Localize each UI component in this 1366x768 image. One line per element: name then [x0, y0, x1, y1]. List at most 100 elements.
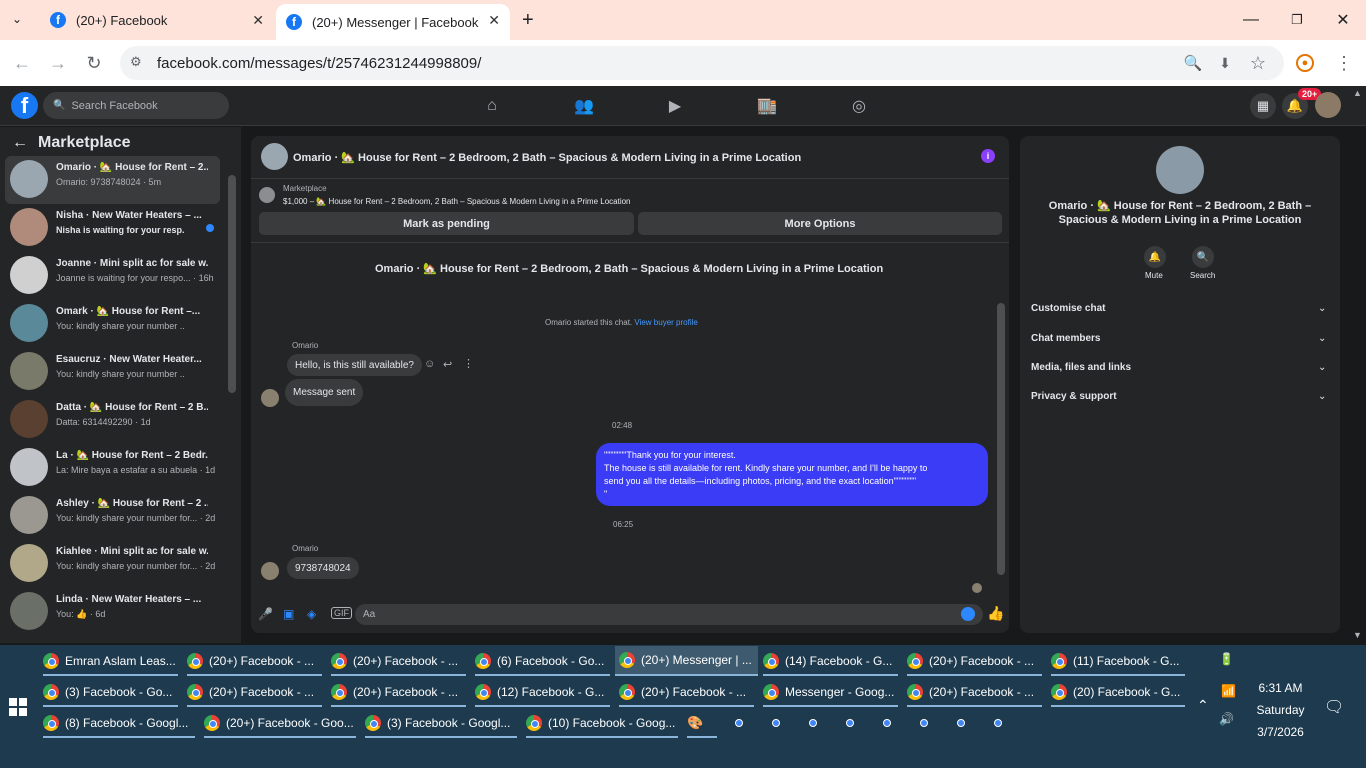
url-text[interactable]: facebook.com/messages/t/2574623124499880…: [157, 55, 481, 72]
marketplace-icon[interactable]: 🏬: [757, 96, 777, 116]
list-item[interactable]: Datta · 🏡 House for Rent – 2 B... Datta: …: [5, 396, 220, 442]
taskbar-window[interactable]: (20+) Facebook - ...: [187, 679, 322, 707]
gif-icon[interactable]: GIF: [331, 607, 352, 619]
system-clock[interactable]: 6:31 AM Saturday 3/7/2026: [1253, 677, 1308, 743]
taskbar-pinned-app[interactable]: [767, 714, 773, 732]
emoji-icon[interactable]: [961, 607, 975, 621]
site-settings-icon[interactable]: ⚙: [130, 54, 146, 70]
taskbar-window[interactable]: (6) Facebook - Go...: [475, 648, 610, 676]
search-icon[interactable]: 🔍: [1192, 246, 1214, 268]
taskbar-pinned-app[interactable]: [989, 714, 995, 732]
page-scroll-up-icon[interactable]: ▲: [1353, 88, 1362, 98]
sticker-icon[interactable]: ◈: [307, 607, 316, 621]
info-icon[interactable]: i: [981, 149, 995, 163]
chevron-down-icon[interactable]: ⌄: [1318, 391, 1326, 402]
menu-grid-icon[interactable]: ▦: [1250, 93, 1276, 119]
taskbar-window[interactable]: (10) Facebook - Goog...: [526, 710, 678, 738]
taskbar-pinned-app[interactable]: [841, 714, 847, 732]
home-icon[interactable]: ⌂: [482, 96, 502, 116]
notification-center-icon[interactable]: 🗨: [1324, 697, 1344, 717]
taskbar-window[interactable]: (20+) Facebook - ...: [331, 679, 466, 707]
list-item[interactable]: La · 🏡 House for Rent – 2 Bedr... La: Mir…: [5, 444, 220, 490]
privacy-support-item[interactable]: Privacy & support: [1031, 391, 1117, 402]
react-smiley-icon[interactable]: ☺: [424, 358, 435, 370]
list-item[interactable]: Kiahlee · Mini split ac for sale w... You…: [5, 540, 220, 586]
taskbar-window[interactable]: (20+) Facebook - ...: [331, 648, 466, 676]
taskbar-pinned-app[interactable]: 🎨: [687, 710, 717, 738]
message-input[interactable]: Aa: [355, 604, 983, 625]
install-app-icon[interactable]: ⬇: [1214, 52, 1236, 74]
taskbar-pinned-app[interactable]: [915, 714, 921, 732]
tab-messenger[interactable]: f (20+) Messenger | Facebook ✕: [276, 4, 510, 40]
volume-icon[interactable]: 🔊: [1219, 712, 1234, 726]
mute-bell-icon[interactable]: 🔔: [1144, 246, 1166, 268]
mute-label[interactable]: Mute: [1145, 271, 1163, 280]
taskbar-window[interactable]: (20+) Facebook - ...: [619, 679, 754, 707]
restore-icon[interactable]: ❐: [1274, 0, 1320, 40]
tab-facebook[interactable]: f (20+) Facebook ✕: [40, 0, 274, 40]
windows-start-icon[interactable]: [9, 698, 27, 716]
taskbar-window-active[interactable]: (20+) Messenger | ...: [615, 646, 758, 676]
reload-icon[interactable]: ↻: [83, 52, 105, 74]
close-icon[interactable]: ✕: [488, 12, 500, 29]
list-item[interactable]: Omark · 🏡 House for Rent –... You: kindly…: [5, 300, 220, 346]
outgoing-message-bubble[interactable]: """""""Thank you for your interest. The …: [596, 443, 988, 506]
chat-header-title[interactable]: Omario · 🏡 House for Rent – 2 Bedroom, 2…: [293, 151, 801, 164]
taskbar-pinned-app[interactable]: [878, 714, 884, 732]
tab-search-chevron-icon[interactable]: ⌄: [12, 12, 22, 26]
list-item[interactable]: Omario · 🏡 House for Rent – 2... Omario: …: [5, 156, 220, 202]
taskbar-window[interactable]: Messenger - Goog...: [763, 679, 898, 707]
groups-icon[interactable]: ◎: [849, 96, 869, 116]
back-arrow-icon[interactable]: ←: [11, 52, 33, 74]
chevron-down-icon[interactable]: ⌄: [1318, 303, 1326, 314]
search-label[interactable]: Search: [1190, 271, 1215, 280]
back-arrow-icon[interactable]: ←: [12, 134, 28, 152]
list-item[interactable]: Nisha · New Water Heaters – ... Nisha is …: [5, 204, 220, 250]
taskbar-window[interactable]: (12) Facebook - G...: [475, 679, 610, 707]
conversation-list-scrollbar[interactable]: [228, 175, 236, 393]
facebook-search-input[interactable]: 🔍 Search Facebook: [43, 92, 229, 119]
list-item[interactable]: Esaucruz · New Water Heater... You: kindl…: [5, 348, 220, 394]
account-avatar[interactable]: [1315, 92, 1341, 118]
message-bubble[interactable]: 9738748024: [287, 557, 359, 579]
like-thumb-icon[interactable]: 👍: [987, 605, 1004, 622]
list-item[interactable]: Linda · New Water Heaters – ... You: 👍 · …: [5, 588, 220, 634]
chevron-down-icon[interactable]: ⌄: [1318, 333, 1326, 344]
taskbar-window[interactable]: (14) Facebook - G...: [763, 648, 898, 676]
taskbar-window[interactable]: (11) Facebook - G...: [1051, 648, 1185, 676]
avatar[interactable]: [261, 143, 288, 170]
profile-icon[interactable]: ●: [1296, 54, 1314, 72]
tray-expand-chevron-icon[interactable]: ⌃: [1197, 697, 1209, 714]
taskbar-pinned-app[interactable]: [730, 714, 736, 732]
chat-members-item[interactable]: Chat members: [1031, 333, 1100, 344]
taskbar-window[interactable]: (20+) Facebook - ...: [907, 679, 1042, 707]
message-bubble[interactable]: Hello, is this still available?: [287, 354, 422, 376]
taskbar-pinned-app[interactable]: [952, 714, 958, 732]
taskbar-window[interactable]: (20+) Facebook - ...: [187, 648, 322, 676]
chrome-menu-icon[interactable]: ⋮: [1333, 52, 1355, 74]
taskbar-window[interactable]: (20+) Facebook - Goo...: [204, 710, 356, 738]
listing-summary[interactable]: $1,000 – 🏡 House for Rent – 2 Bedroom, 2…: [283, 197, 631, 206]
chevron-down-icon[interactable]: ⌄: [1318, 362, 1326, 373]
microphone-icon[interactable]: 🎤: [258, 607, 273, 621]
photo-icon[interactable]: ▣: [283, 607, 294, 621]
taskbar-pinned-app[interactable]: [804, 714, 810, 732]
battery-icon[interactable]: 🔋: [1219, 652, 1234, 666]
facebook-logo-icon[interactable]: f: [11, 92, 38, 119]
minimize-icon[interactable]: —: [1228, 0, 1274, 40]
wifi-icon[interactable]: 📶: [1221, 684, 1236, 698]
taskbar-window[interactable]: (8) Facebook - Googl...: [43, 710, 195, 738]
reply-icon[interactable]: ↩: [443, 358, 452, 371]
video-icon[interactable]: ▶: [665, 96, 685, 116]
chat-scrollbar[interactable]: [997, 303, 1005, 575]
new-tab-plus-icon[interactable]: +: [522, 9, 534, 32]
zoom-icon[interactable]: 🔍: [1182, 52, 1204, 74]
message-bubble[interactable]: Message sent: [285, 379, 364, 406]
media-files-item[interactable]: Media, files and links: [1031, 362, 1131, 373]
taskbar-window[interactable]: (3) Facebook - Googl...: [365, 710, 517, 738]
taskbar-window[interactable]: (20+) Facebook - ...: [907, 648, 1042, 676]
more-options-button[interactable]: More Options: [638, 212, 1002, 235]
list-item[interactable]: Ashley · 🏡 House for Rent – 2 ... You: ki…: [5, 492, 220, 538]
window-close-icon[interactable]: ✕: [1320, 0, 1366, 40]
bookmark-star-icon[interactable]: ☆: [1247, 52, 1269, 74]
